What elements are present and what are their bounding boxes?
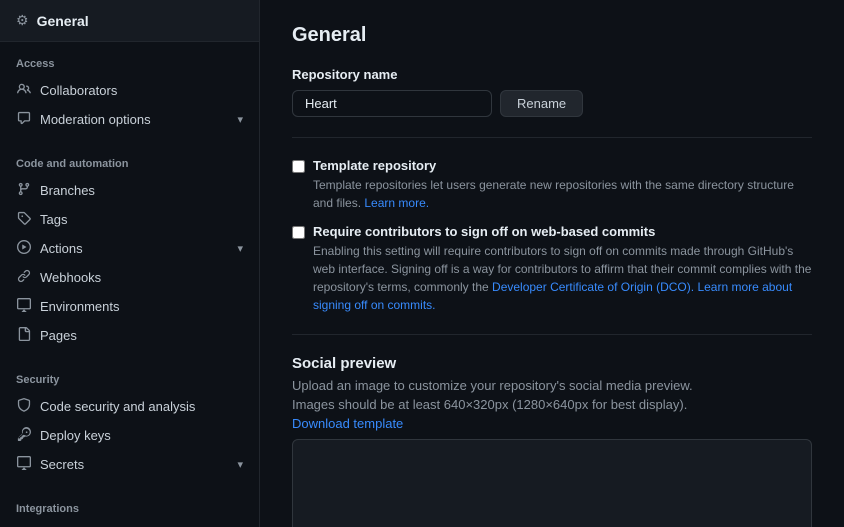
repo-name-label: Repository name <box>292 67 812 82</box>
contributors-label: Require contributors to sign off on web-… <box>313 224 812 239</box>
sidebar-item-webhooks[interactable]: Webhooks <box>0 263 259 292</box>
sidebar: ⚙ General Access Collaborators Moderatio… <box>0 0 260 527</box>
sidebar-item-label-tags: Tags <box>40 212 67 227</box>
actions-chevron-icon: ▾ <box>237 242 243 255</box>
repo-name-row: Rename <box>292 90 812 117</box>
sidebar-header-title: General <box>37 13 89 29</box>
contributors-checkbox[interactable] <box>292 226 305 239</box>
sidebar-item-label-moderation: Moderation options <box>40 112 151 127</box>
social-preview-desc: Upload an image to customize your reposi… <box>292 378 812 393</box>
page-title: General <box>292 24 812 47</box>
code-security-icon <box>16 398 32 415</box>
sidebar-item-actions[interactable]: Actions ▾ <box>0 234 259 263</box>
actions-icon <box>16 240 32 257</box>
sidebar-section-label-security: Security <box>0 374 259 392</box>
sidebar-section-integrations: Integrations GitHub apps Email notificat… <box>0 487 259 527</box>
divider-2 <box>292 334 812 335</box>
divider-1 <box>292 137 812 138</box>
sidebar-section-security: Security Code security and analysis Depl… <box>0 358 259 487</box>
deploy-keys-icon <box>16 427 32 444</box>
pages-icon <box>16 327 32 344</box>
sidebar-item-label-pages: Pages <box>40 328 77 343</box>
download-template-link[interactable]: Download template <box>292 416 812 431</box>
sidebar-item-branches[interactable]: Branches <box>0 176 259 205</box>
sidebar-section-label-access: Access <box>0 58 259 76</box>
repo-name-input[interactable] <box>292 90 492 117</box>
contributors-desc: Enabling this setting will require contr… <box>313 244 811 312</box>
sidebar-section-label-integrations: Integrations <box>0 503 259 521</box>
sidebar-item-moderation-options[interactable]: Moderation options ▾ <box>0 105 259 134</box>
sidebar-section-code-automation: Code and automation Branches Tags <box>0 142 259 358</box>
rename-button[interactable]: Rename <box>500 90 583 117</box>
sidebar-item-deploy-keys[interactable]: Deploy keys <box>0 421 259 450</box>
social-preview-title: Social preview <box>292 355 812 372</box>
template-repo-desc: Template repositories let users generate… <box>313 178 794 210</box>
sidebar-item-github-apps[interactable]: GitHub apps <box>0 521 259 527</box>
chevron-down-icon: ▾ <box>237 113 243 126</box>
tags-icon <box>16 211 32 228</box>
sidebar-header: ⚙ General <box>0 0 259 42</box>
sidebar-item-label-collaborators: Collaborators <box>40 83 117 98</box>
sidebar-section-label-code: Code and automation <box>0 158 259 176</box>
contributors-row: Require contributors to sign off on web-… <box>292 224 812 314</box>
gear-icon: ⚙ <box>16 12 29 29</box>
secrets-chevron-icon: ▾ <box>237 458 243 471</box>
template-repo-label: Template repository <box>313 158 812 173</box>
sidebar-item-label-webhooks: Webhooks <box>40 270 101 285</box>
template-repo-link[interactable]: Learn more. <box>364 196 429 210</box>
sidebar-item-secrets[interactable]: Secrets ▾ <box>0 450 259 479</box>
social-preview-img-note: Images should be at least 640×320px (128… <box>292 397 812 412</box>
social-preview-section: Social preview Upload an image to custom… <box>292 355 812 527</box>
template-repo-row: Template repository Template repositorie… <box>292 158 812 212</box>
environments-icon <box>16 298 32 315</box>
sidebar-item-tags[interactable]: Tags <box>0 205 259 234</box>
collaborators-icon <box>16 82 32 99</box>
template-repo-checkbox[interactable] <box>292 160 305 173</box>
branches-icon <box>16 182 32 199</box>
sidebar-section-access: Access Collaborators Moderation options … <box>0 42 259 142</box>
sidebar-item-label-actions: Actions <box>40 241 83 256</box>
moderation-icon <box>16 111 32 128</box>
secrets-icon <box>16 456 32 473</box>
webhooks-icon <box>16 269 32 286</box>
sidebar-item-environments[interactable]: Environments <box>0 292 259 321</box>
repo-name-section: Repository name Rename <box>292 67 812 117</box>
contributors-dco-link[interactable]: Developer Certificate of Origin (DCO). <box>492 280 694 294</box>
sidebar-item-label-code-security: Code security and analysis <box>40 399 195 414</box>
sidebar-item-code-security[interactable]: Code security and analysis <box>0 392 259 421</box>
sidebar-item-label-deploy-keys: Deploy keys <box>40 428 111 443</box>
sidebar-item-label-secrets: Secrets <box>40 457 84 472</box>
social-preview-box <box>292 439 812 527</box>
sidebar-item-collaborators[interactable]: Collaborators <box>0 76 259 105</box>
sidebar-item-label-branches: Branches <box>40 183 95 198</box>
sidebar-item-label-environments: Environments <box>40 299 119 314</box>
sidebar-item-pages[interactable]: Pages <box>0 321 259 350</box>
main-content: General Repository name Rename Template … <box>260 0 844 527</box>
